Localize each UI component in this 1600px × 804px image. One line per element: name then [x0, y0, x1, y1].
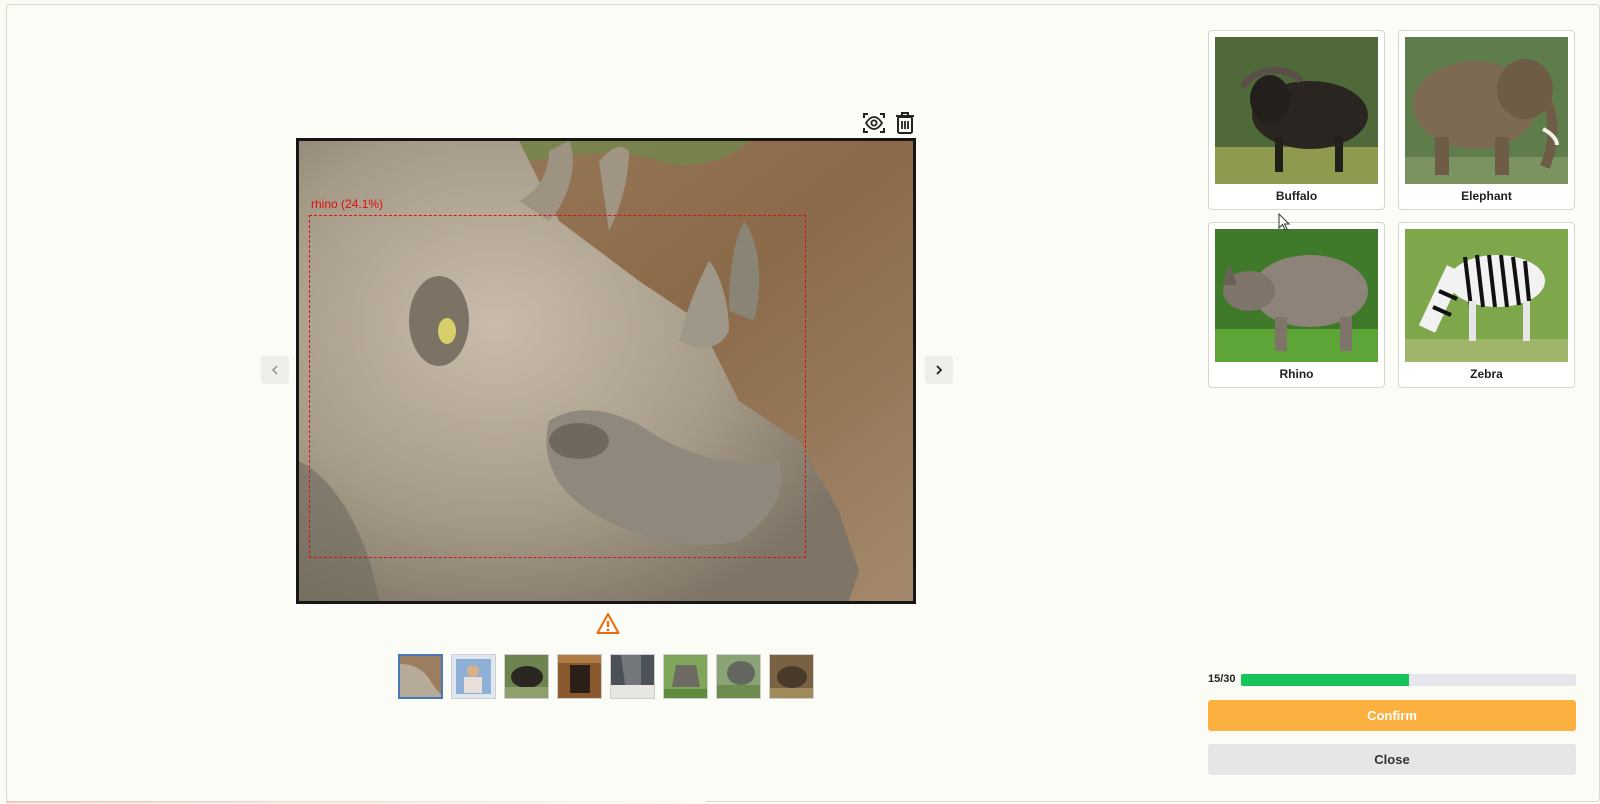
thumbnail[interactable]	[610, 654, 655, 699]
thumbnail[interactable]	[504, 654, 549, 699]
thumbnail[interactable]	[663, 654, 708, 699]
detection-bounding-box[interactable]	[309, 215, 806, 558]
chevron-right-icon	[936, 365, 943, 375]
progress-bar-fill	[1241, 674, 1409, 686]
previous-image-button[interactable]	[261, 356, 289, 384]
close-button[interactable]: Close	[1208, 744, 1576, 775]
thumbnail[interactable]	[557, 654, 602, 699]
progress-bar	[1241, 674, 1576, 686]
confirm-button[interactable]: Confirm	[1208, 700, 1576, 731]
main-image: rhino (24.1%)	[296, 138, 916, 604]
eye-scan-icon	[863, 113, 885, 133]
thumbnail[interactable]	[451, 654, 496, 699]
elephant-image	[1405, 37, 1568, 184]
delete-button[interactable]	[892, 110, 918, 136]
thumbnail[interactable]	[769, 654, 814, 699]
thumbnail[interactable]	[398, 654, 443, 699]
chevron-left-icon	[271, 365, 278, 375]
preview-button[interactable]	[861, 110, 887, 136]
category-card-zebra[interactable]: Zebra	[1398, 222, 1575, 388]
category-card-buffalo[interactable]: Buffalo	[1208, 30, 1385, 210]
zebra-image	[1405, 229, 1568, 362]
mouse-cursor-icon	[1278, 213, 1290, 231]
thumbnail[interactable]	[716, 654, 761, 699]
category-label: Buffalo	[1275, 189, 1318, 203]
bottom-divider	[6, 801, 706, 803]
clipped-header-text: ▁▁▁▁▁ ▁▁▁▁▁ ▁▁	[1434, 0, 1542, 8]
buffalo-image	[1215, 37, 1378, 184]
category-label: Elephant	[1461, 189, 1512, 203]
category-label: Zebra	[1470, 367, 1503, 381]
detection-label: rhino (24.1%)	[311, 197, 384, 211]
category-card-rhino[interactable]: Rhino	[1208, 222, 1385, 388]
trash-icon	[896, 112, 914, 134]
warning-triangle-icon[interactable]	[596, 612, 620, 636]
category-label: Rhino	[1279, 367, 1314, 381]
category-card-elephant[interactable]: Elephant	[1398, 30, 1575, 210]
rhino-image	[1215, 229, 1378, 362]
thumbnail-strip	[398, 654, 814, 699]
clipped-header-text: ▁▁▁▁▁ ▁▁▁▁▁ ▁▁	[822, 0, 930, 8]
next-image-button[interactable]	[925, 356, 953, 384]
progress-text: 15/30	[1208, 673, 1236, 685]
